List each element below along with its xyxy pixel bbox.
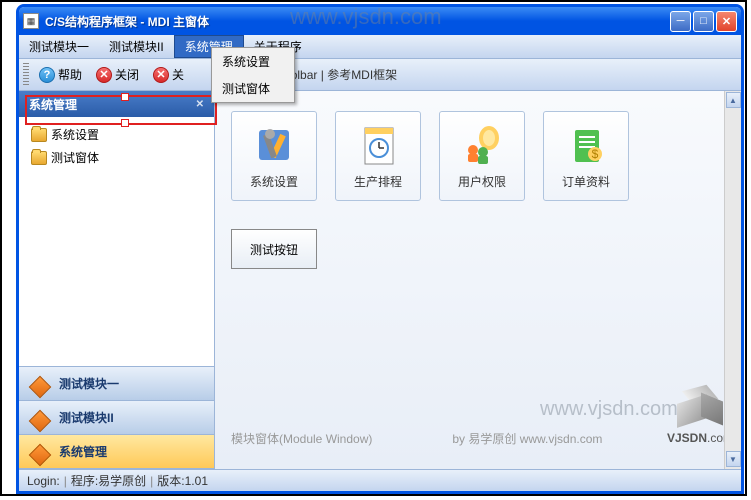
toolbar-extra-text: oolbar | 参考MDI框架 bbox=[284, 66, 397, 83]
minimize-button[interactable]: ─ bbox=[670, 11, 691, 32]
card-settings[interactable]: 系统设置 bbox=[231, 111, 317, 201]
sidebar: 系统管理 ✕ 系统设置 测试窗体 测试模块一 bbox=[19, 91, 215, 469]
tree-item-settings[interactable]: 系统设置 bbox=[23, 123, 210, 146]
nav-system[interactable]: 系统管理 bbox=[19, 435, 214, 469]
dropdown-testform[interactable]: 测试窗体 bbox=[212, 75, 294, 102]
toolbar-grip[interactable] bbox=[23, 63, 29, 87]
cube-icon bbox=[29, 407, 51, 429]
scroll-up-icon[interactable]: ▲ bbox=[726, 92, 741, 108]
nav-module1[interactable]: 测试模块一 bbox=[19, 367, 214, 401]
menu-module1[interactable]: 测试模块一 bbox=[19, 35, 99, 58]
status-version: 版本:1.01 bbox=[157, 472, 208, 489]
folder-icon bbox=[31, 128, 47, 142]
menu-dropdown: 系统设置 测试窗体 bbox=[211, 47, 295, 103]
users-icon bbox=[460, 123, 504, 167]
titlebar: ▦ C/S结构程序框架 - MDI 主窗体 ─ □ ✕ bbox=[19, 7, 741, 35]
folder-icon bbox=[31, 151, 47, 165]
menu-module2[interactable]: 测试模块II bbox=[99, 35, 174, 58]
status-login: Login: bbox=[27, 474, 60, 488]
cube-icon bbox=[29, 373, 51, 395]
document-icon: $ bbox=[564, 123, 608, 167]
status-program: 程序:易学原创 bbox=[71, 472, 146, 489]
cube-icon bbox=[29, 441, 51, 463]
scrollbar[interactable]: ▲ ▼ bbox=[724, 91, 741, 469]
window-title: C/S结构程序框架 - MDI 主窗体 bbox=[45, 13, 670, 30]
tree-item-testform[interactable]: 测试窗体 bbox=[23, 146, 210, 169]
toolbar: ? 帮助 ✕ 关闭 ✕ 关 oolbar | 参考MDI框架 bbox=[19, 59, 741, 91]
dropdown-settings[interactable]: 系统设置 bbox=[212, 48, 294, 75]
menubar: 测试模块一 测试模块II 系统管理 关于程序 bbox=[19, 35, 741, 59]
close-icon: ✕ bbox=[96, 67, 112, 83]
nav-module2[interactable]: 测试模块II bbox=[19, 401, 214, 435]
close-all-button[interactable]: ✕ 关 bbox=[147, 63, 190, 86]
card-users[interactable]: 用户权限 bbox=[439, 111, 525, 201]
credits-label: by 易学原创 www.vjsdn.com bbox=[452, 430, 602, 447]
main-content: 系统设置 生产排程 用户权限 $ bbox=[215, 91, 741, 469]
sidebar-header: 系统管理 ✕ bbox=[19, 91, 214, 117]
module-window-label: 模块窗体(Module Window) bbox=[231, 430, 372, 447]
card-orders[interactable]: $ 订单资料 bbox=[543, 111, 629, 201]
scroll-down-icon[interactable]: ▼ bbox=[726, 451, 741, 467]
svg-text:$: $ bbox=[592, 147, 599, 161]
test-button[interactable]: 测试按钮 bbox=[231, 229, 317, 269]
tools-icon bbox=[252, 123, 296, 167]
app-icon: ▦ bbox=[23, 13, 39, 29]
close-tab-button[interactable]: ✕ 关闭 bbox=[90, 63, 145, 86]
logo-cube-icon bbox=[677, 389, 723, 429]
sidebar-close-icon[interactable]: ✕ bbox=[196, 99, 204, 110]
sidebar-tree: 系统设置 测试窗体 bbox=[19, 117, 214, 366]
card-schedule[interactable]: 生产排程 bbox=[335, 111, 421, 201]
close-all-icon: ✕ bbox=[153, 67, 169, 83]
help-button[interactable]: ? 帮助 bbox=[33, 63, 88, 86]
clock-icon bbox=[356, 123, 400, 167]
close-button[interactable]: ✕ bbox=[716, 11, 737, 32]
maximize-button[interactable]: □ bbox=[693, 11, 714, 32]
help-icon: ? bbox=[39, 67, 55, 83]
statusbar: Login: | 程序:易学原创 | 版本:1.01 bbox=[19, 469, 741, 491]
